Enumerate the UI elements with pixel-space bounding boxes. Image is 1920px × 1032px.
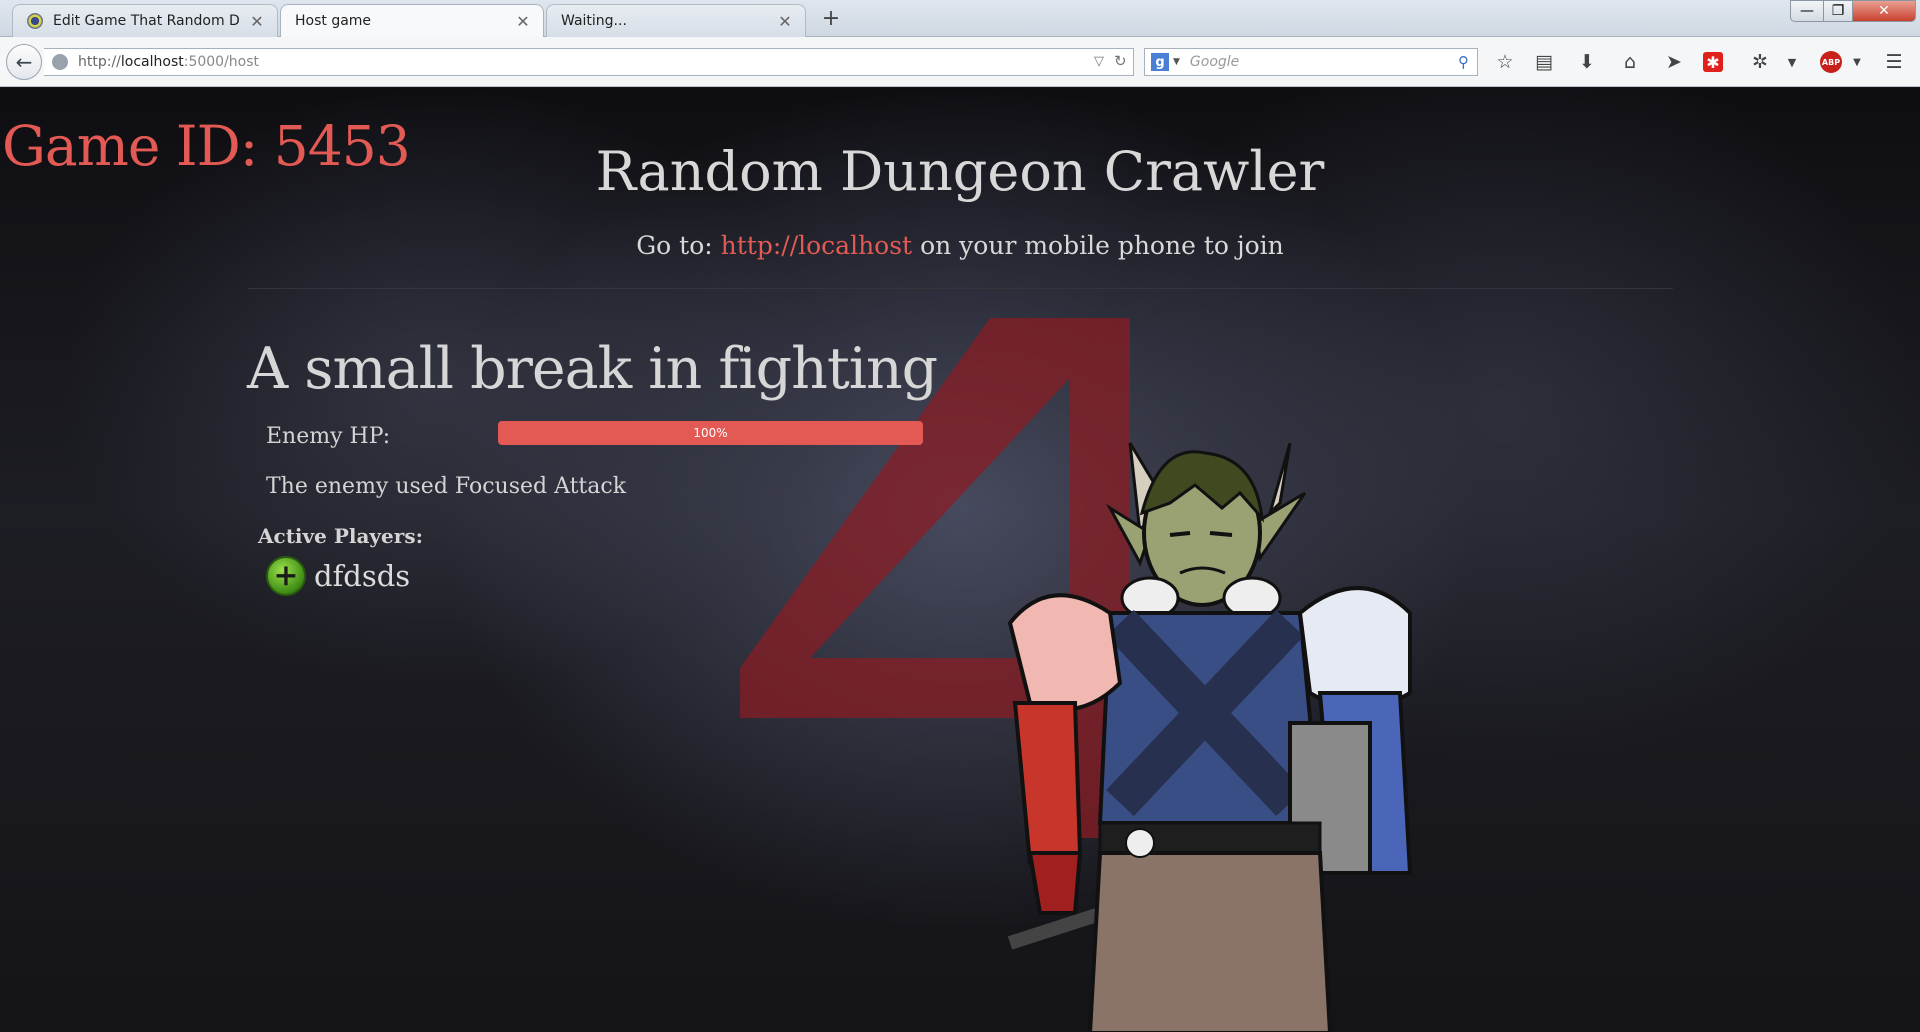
url-path: :5000/host	[183, 54, 260, 70]
tab-label: Edit Game That Random D...	[53, 13, 241, 29]
close-icon[interactable]: ✕	[777, 12, 793, 31]
player-name: dfdsds	[314, 559, 411, 593]
search-placeholder: Google	[1189, 54, 1240, 70]
star-icon[interactable]: ☆	[1493, 50, 1517, 74]
game-host-page: Game ID: 5453 Random Dungeon Crawler Go …	[0, 88, 1920, 1032]
tab-bar: Edit Game That Random D... ✕ Host game ✕…	[0, 0, 1920, 37]
url-dropdown-icon[interactable]: ▽	[1094, 54, 1104, 69]
join-suffix: on your mobile phone to join	[920, 231, 1284, 260]
page-title: Random Dungeon Crawler	[595, 140, 1325, 203]
url-prefix: http://	[78, 54, 121, 70]
chevron-down-icon[interactable]: ▼	[1780, 50, 1804, 74]
tab-label: Waiting...	[561, 13, 627, 29]
adblock-label: ABP	[1821, 57, 1841, 67]
join-prefix: Go to:	[636, 231, 713, 260]
bug-icon[interactable]: ✲	[1748, 50, 1772, 74]
minimize-button[interactable]: —	[1790, 0, 1824, 22]
divider	[248, 288, 1673, 289]
plus-icon: +	[266, 556, 306, 596]
search-engine-dropdown-icon[interactable]: ▼	[1173, 57, 1180, 67]
google-icon[interactable]: g	[1151, 53, 1169, 71]
back-button[interactable]: ←	[6, 44, 42, 80]
enemy-hp-fill: 100%	[498, 421, 923, 445]
enemy-character-illustration	[1007, 442, 1413, 1032]
tab-waiting[interactable]: Waiting... ✕	[546, 4, 806, 37]
download-icon[interactable]: ⬇	[1575, 50, 1599, 74]
join-link[interactable]: http://localhost	[721, 231, 912, 260]
close-icon[interactable]: ✕	[249, 12, 265, 31]
round-headline: A small break in fighting	[247, 336, 938, 402]
enemy-hp-label: Enemy HP:	[266, 424, 391, 449]
enemy-action-text: The enemy used Focused Attack	[266, 474, 627, 499]
back-arrow-icon: ←	[15, 50, 33, 74]
reading-list-icon[interactable]: ▤	[1532, 50, 1556, 74]
maximize-button[interactable]: ❐	[1823, 0, 1853, 22]
tab-host-game[interactable]: Host game ✕	[280, 4, 544, 37]
join-instructions: Go to: http://localhost on your mobile p…	[0, 231, 1920, 260]
adblock-icon[interactable]: ABP	[1820, 51, 1842, 73]
url-bar[interactable]: http://localhost:5000/host ▽ ↻	[44, 48, 1134, 76]
window-close-button[interactable]: ✕	[1852, 0, 1916, 22]
search-icon[interactable]: ⚲	[1458, 53, 1469, 71]
search-field[interactable]: g ▼ Google ⚲	[1144, 48, 1478, 76]
url-host: localhost	[120, 54, 184, 70]
send-icon[interactable]: ➤	[1662, 50, 1686, 74]
new-tab-button[interactable]: +	[818, 6, 844, 31]
close-icon[interactable]: ✕	[515, 12, 531, 31]
red-square-icon[interactable]: ✱	[1703, 52, 1723, 72]
active-players-label: Active Players:	[258, 524, 423, 548]
site-favicon-icon	[27, 13, 43, 29]
adblock-dropdown-icon[interactable]: ▼	[1845, 50, 1869, 74]
globe-icon	[52, 54, 68, 70]
tab-edit-game[interactable]: Edit Game That Random D... ✕	[12, 4, 278, 37]
tab-label: Host game	[295, 13, 372, 29]
enemy-hp-text: 100%	[693, 426, 728, 440]
player-list-item: + dfdsds	[266, 556, 410, 596]
menu-icon[interactable]: ☰	[1882, 50, 1906, 74]
reload-icon[interactable]: ↻	[1114, 52, 1127, 70]
home-icon[interactable]: ⌂	[1618, 50, 1642, 74]
enemy-hp-bar: 100%	[498, 421, 923, 445]
navigation-bar: ← http://localhost:5000/host ▽ ↻ g ▼ Goo…	[0, 37, 1920, 87]
